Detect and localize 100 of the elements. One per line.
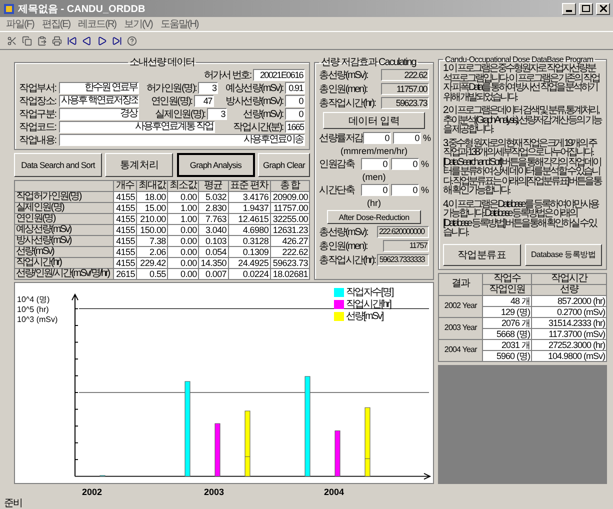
field-label: 작업장소: xyxy=(19,96,57,106)
help-icon[interactable] xyxy=(126,36,138,46)
output-field: 11757.00 xyxy=(381,83,429,95)
row-header: 작업허가인원(명) xyxy=(14,192,114,202)
next-icon[interactable] xyxy=(96,36,108,46)
table-cell: 27252.3000 (hr) xyxy=(531,339,606,350)
unit-label: (mmrem/men/hr) xyxy=(340,146,408,156)
copy-icon[interactable] xyxy=(21,36,33,46)
input-field[interactable]: 0 xyxy=(360,158,389,170)
chart-bar xyxy=(364,407,370,477)
close-icon xyxy=(600,5,606,12)
row-header: 예상선량(mSv) xyxy=(14,224,114,236)
action-button[interactable]: Data Search and Sort xyxy=(14,153,102,177)
table-cell: 117.3700 (mSv) xyxy=(531,328,606,339)
table-cell: 857.2000 (hr) xyxy=(531,295,606,306)
axis-label: 2003 xyxy=(204,487,224,497)
input-field[interactable]: 0 xyxy=(393,132,421,144)
axis-label: 10^3 (mSv) xyxy=(17,315,58,325)
panel-title: 선량 저감효과 Caculating xyxy=(320,56,418,69)
unit-label: (men) xyxy=(362,172,386,182)
row-header: 작업시간(hr) xyxy=(14,258,114,268)
info-button[interactable]: 작업분류표 xyxy=(443,244,520,266)
field-label: 작업부서: xyxy=(19,82,57,94)
field-label: 연인원(명): xyxy=(150,96,192,106)
table-cell: 2031 개 xyxy=(482,339,532,350)
input-field[interactable]: 20021E0616 xyxy=(253,69,305,81)
output-field: 222.620000000 xyxy=(377,226,429,238)
table-cell: 31514.2333 (hr) xyxy=(531,317,606,328)
column-header: 최대값 xyxy=(136,180,168,192)
chart-bar xyxy=(214,423,220,477)
input-field[interactable]: 0 xyxy=(285,108,305,120)
data-input-button[interactable]: 데이터 입력 xyxy=(323,112,425,129)
last-icon[interactable] xyxy=(111,36,123,46)
column-header: 총 합 xyxy=(270,180,310,192)
panel-title: 소내선량 데이터 xyxy=(128,56,196,69)
input-field[interactable]: 3 xyxy=(198,82,218,94)
table-cell: 48 개 xyxy=(482,295,532,306)
column-header: 평균 xyxy=(198,180,228,192)
info-paragraph: 2. 이 프로그램은 데이터 검색 및 분류, 통계처리, 추이분석(Graph Analysis), 선량저감 계산 등의 기능을 제공합니다. xyxy=(443,106,602,134)
previous-icon[interactable] xyxy=(81,36,93,46)
field-label: 인원감축 xyxy=(319,158,356,170)
column-header: 작업수 xyxy=(482,273,532,284)
field-label: 선량률저감: xyxy=(319,132,361,144)
input-field[interactable]: 3 xyxy=(207,108,227,120)
field-label: 작업코드: xyxy=(19,122,57,132)
input-field[interactable]: 47 xyxy=(194,95,214,107)
minimize-button[interactable] xyxy=(562,2,576,14)
field-label: 총작업시간(hr): xyxy=(319,254,376,266)
field-label: 실제인원(명): xyxy=(155,108,205,120)
output-field: 59623.73 xyxy=(381,97,429,109)
maximize-button[interactable] xyxy=(579,2,593,14)
unit-label: % xyxy=(420,159,429,169)
input-field[interactable]: 0.91 xyxy=(284,82,305,94)
row-header: 2003 Year xyxy=(438,317,483,339)
row-header: 2002 Year xyxy=(438,295,483,317)
menu-item[interactable]: 레코드(R) xyxy=(78,17,116,31)
window-title: 제목없음 - CANDU_ORDDB xyxy=(18,2,146,16)
paste-icon[interactable] xyxy=(36,36,48,46)
axis-label: 10^5 (hr) xyxy=(17,305,50,315)
input-field[interactable]: 0 xyxy=(390,158,419,170)
first-icon[interactable] xyxy=(66,36,78,46)
close-button[interactable] xyxy=(596,2,610,14)
info-button[interactable]: Database 등록방법 xyxy=(524,244,602,266)
field-label: 허가서 번호: xyxy=(204,70,251,80)
chart-bar xyxy=(334,430,340,477)
legend-label: 작업시간[hr] xyxy=(346,299,391,310)
output-field: 59623.7333333 xyxy=(377,254,430,266)
table-cell: 129 (명) xyxy=(482,306,532,317)
menu-item[interactable]: 보기(V) xyxy=(124,17,152,31)
input-field[interactable]: 1665 xyxy=(285,121,305,133)
info-paragraph: 1. 이 프로그램은 중수형원자로 작업자선량 분석프로그램입니다. 이 프로그램은 기존의 작업자 피폭 Data를 통하여 방사선 작업을 분석하기 위해 개발되었습니다. xyxy=(443,64,600,102)
cut-icon[interactable] xyxy=(6,36,18,46)
column-header: 최소값 xyxy=(167,180,198,192)
action-button[interactable]: Graph Analysis xyxy=(176,153,255,177)
menu-item[interactable]: 파일(F) xyxy=(6,17,34,31)
legend-label: 선량[mSv] xyxy=(346,311,383,322)
table-cell: 0.2700 (mSv) xyxy=(531,306,606,317)
field-label: 총선량(mSv): xyxy=(319,226,368,238)
field-label: 총작업시간(hr): xyxy=(319,98,376,108)
field-label: 총인원(men): xyxy=(319,240,368,252)
field-label: 총인원(men): xyxy=(319,84,368,94)
status-text: 준비 xyxy=(4,498,22,509)
table-cell: 2076 개 xyxy=(482,317,532,328)
menu-item[interactable]: 도움말(H) xyxy=(160,17,198,31)
print-icon[interactable] xyxy=(51,36,63,46)
input-field[interactable]: 0 xyxy=(285,95,305,107)
input-field[interactable]: 0 xyxy=(360,184,389,196)
column-header: 선량 xyxy=(531,284,606,295)
action-button[interactable]: 통계처리 xyxy=(105,153,174,177)
app-icon xyxy=(3,2,15,14)
menu-item[interactable]: 편집(E) xyxy=(42,17,70,31)
input-field[interactable]: 0 xyxy=(390,184,419,196)
column-header: 결과 xyxy=(438,273,483,295)
row-header: 선량/인원/시간(mSv/명/hr) xyxy=(14,268,114,280)
row-header: 방사선량(mSv) xyxy=(14,236,114,246)
unit-label: % xyxy=(420,185,429,195)
axis-label: 2004 xyxy=(324,487,344,497)
after-reduction-button[interactable]: After Dose-Reduction xyxy=(327,210,421,224)
action-button[interactable]: Graph Clear xyxy=(258,153,310,177)
input-field[interactable]: 0 xyxy=(363,132,391,144)
